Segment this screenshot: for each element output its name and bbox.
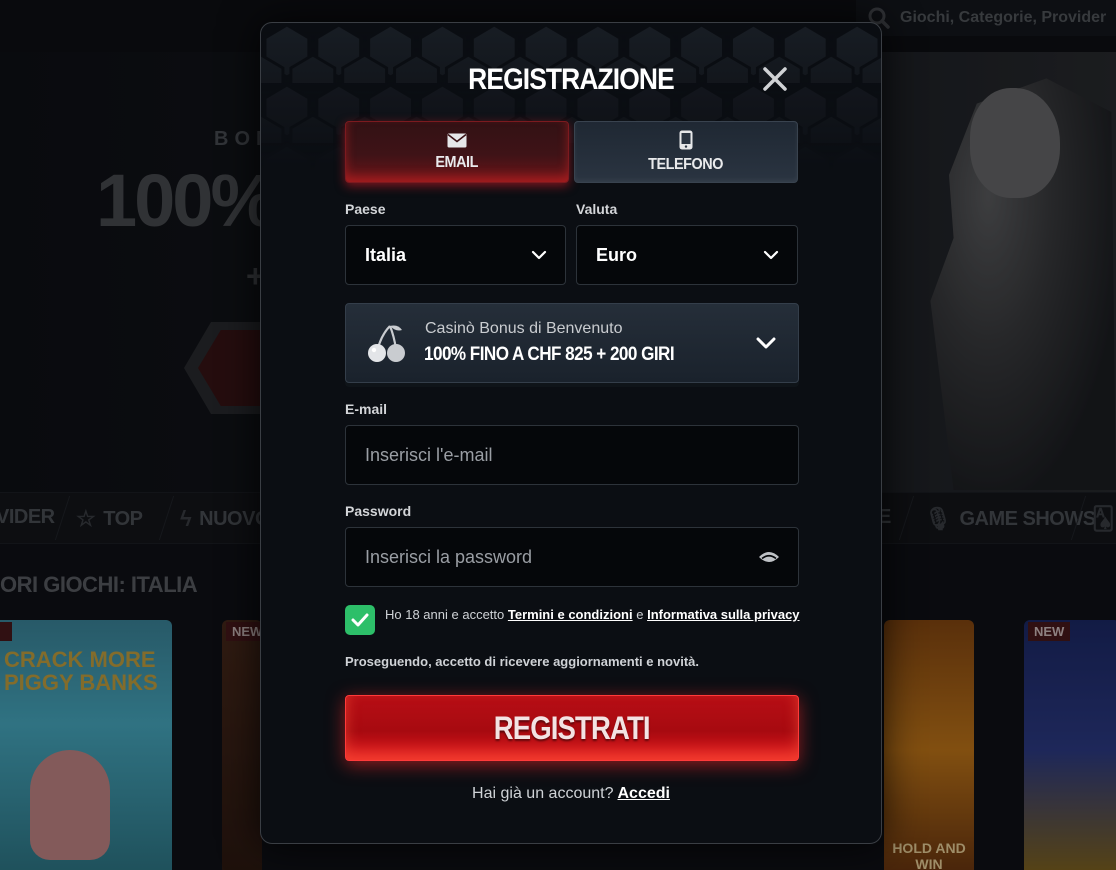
close-button[interactable] <box>761 65 789 93</box>
password-placeholder: Inserisci la password <box>365 546 533 567</box>
currency-label: Valuta <box>576 201 618 217</box>
consent-text: Proseguendo, accetto di ricevere aggiorn… <box>345 654 699 669</box>
envelope-icon <box>447 133 467 147</box>
login-prompt: Hai già un account? <box>472 785 614 802</box>
terms-link[interactable]: Termini e condizioni <box>508 607 633 622</box>
tab-phone-label: TELEFONO <box>648 156 724 173</box>
chevron-down-icon <box>763 250 779 260</box>
eye-icon[interactable] <box>758 550 780 564</box>
email-label: E-mail <box>345 401 388 417</box>
email-field[interactable]: Inserisci l'e-mail <box>345 425 799 485</box>
terms-joiner: e <box>636 607 644 622</box>
phone-icon <box>679 130 693 150</box>
country-select[interactable]: Italia <box>345 225 566 285</box>
bonus-select[interactable]: Casinò Bonus di Benvenuto 100% FINO A CH… <box>345 303 799 383</box>
tab-email-label: EMAIL <box>435 153 479 171</box>
terms-text: Ho 18 anni e accetto Termini e condizion… <box>385 607 800 622</box>
currency-value: Euro <box>596 244 638 265</box>
close-icon <box>763 67 787 91</box>
email-placeholder: Inserisci l'e-mail <box>365 444 493 465</box>
register-label: REGISTRATI <box>493 709 651 746</box>
login-link[interactable]: Accedi <box>617 785 669 802</box>
terms-prefix: Ho 18 anni e accetto <box>385 607 505 622</box>
register-button[interactable]: REGISTRATI <box>345 695 799 761</box>
bonus-subtitle: Casinò Bonus di Benvenuto <box>425 320 623 337</box>
tab-phone[interactable]: TELEFONO <box>574 121 798 183</box>
terms-checkbox[interactable] <box>345 605 375 635</box>
chevron-down-icon <box>756 337 776 349</box>
privacy-link[interactable]: Informativa sulla privacy <box>647 607 799 622</box>
tab-email[interactable]: EMAIL <box>345 121 569 183</box>
registration-modal: REGISTRAZIONE EMAIL TELEFONO Paese Valut… <box>260 22 882 844</box>
login-prompt-row: Hai già un account? Accedi <box>261 785 881 803</box>
password-label: Password <box>345 503 412 519</box>
currency-select[interactable]: Euro <box>576 225 798 285</box>
country-value: Italia <box>365 244 407 265</box>
password-field[interactable]: Inserisci la password <box>345 527 799 587</box>
checkmark-icon <box>351 613 369 627</box>
bonus-title: 100% FINO A CHF 825 + 200 GIRI <box>424 344 675 365</box>
chevron-down-icon <box>531 250 547 260</box>
country-label: Paese <box>345 201 386 217</box>
cherries-icon <box>368 325 405 362</box>
